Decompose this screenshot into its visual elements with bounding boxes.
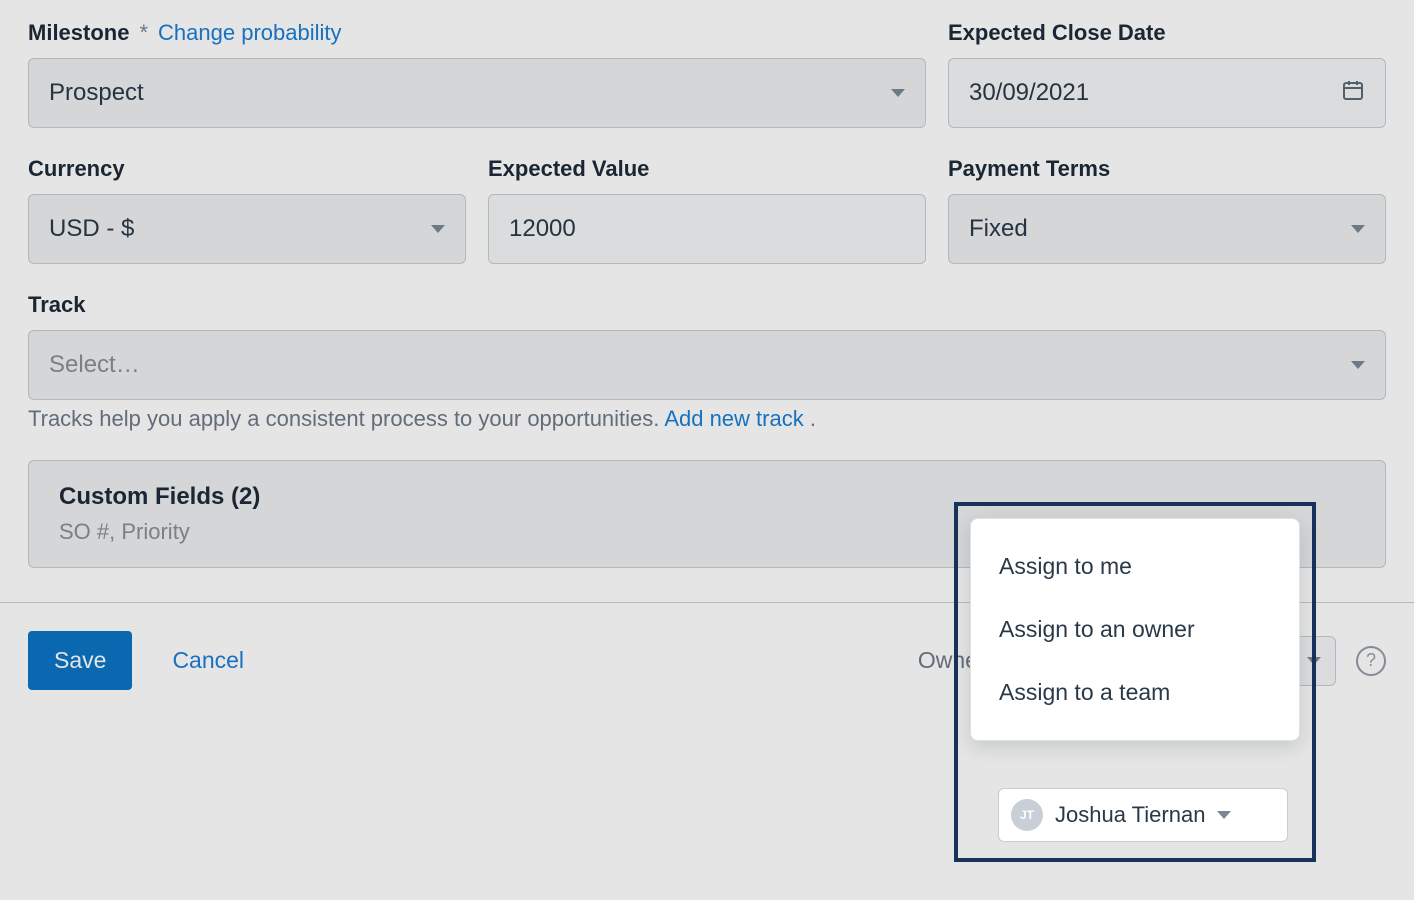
expected-value-value: 12000 (509, 215, 905, 243)
close-date-input[interactable]: 30/09/2021 (948, 58, 1386, 128)
currency-select[interactable]: USD - $ (28, 194, 466, 264)
assign-menu: Assign to me Assign to an owner Assign t… (970, 518, 1300, 741)
required-mark: * (139, 20, 148, 46)
custom-fields-title: Custom Fields (2) (59, 483, 1355, 511)
calendar-icon (1341, 78, 1365, 109)
assign-to-me-item[interactable]: Assign to me (971, 535, 1299, 598)
payment-terms-select[interactable]: Fixed (948, 194, 1386, 264)
currency-field: Currency USD - $ (28, 156, 466, 264)
assign-to-team-item[interactable]: Assign to a team (971, 661, 1299, 724)
add-new-track-link[interactable]: Add new track (664, 406, 803, 431)
expected-value-input[interactable]: 12000 (488, 194, 926, 264)
cancel-button[interactable]: Cancel (172, 647, 244, 674)
track-label: Track (28, 292, 86, 318)
track-helper: Tracks help you apply a consistent proce… (28, 406, 1386, 432)
currency-label: Currency (28, 156, 125, 182)
help-icon[interactable]: ? (1356, 646, 1386, 676)
track-field: Track Select… (28, 292, 1386, 400)
owner-name: Joshua Tiernan (1055, 802, 1205, 828)
currency-value: USD - $ (49, 215, 431, 243)
track-helper-text: Tracks help you apply a consistent proce… (28, 406, 664, 431)
milestone-label: Milestone (28, 20, 129, 46)
close-date-field: Expected Close Date 30/09/2021 (948, 20, 1386, 128)
payment-terms-label: Payment Terms (948, 156, 1110, 182)
milestone-select[interactable]: Prospect (28, 58, 926, 128)
change-probability-link[interactable]: Change probability (158, 20, 341, 46)
chevron-down-icon (1351, 225, 1365, 233)
track-placeholder: Select… (49, 351, 1351, 379)
close-date-value: 30/09/2021 (969, 79, 1341, 107)
expected-value-field: Expected Value 12000 (488, 156, 926, 264)
chevron-down-icon (1217, 811, 1231, 819)
assign-to-owner-item[interactable]: Assign to an owner (971, 598, 1299, 661)
payment-terms-value: Fixed (969, 215, 1351, 243)
chevron-down-icon (431, 225, 445, 233)
save-button[interactable]: Save (28, 631, 132, 690)
track-select[interactable]: Select… (28, 330, 1386, 400)
chevron-down-icon (1307, 657, 1321, 665)
chevron-down-icon (891, 89, 905, 97)
track-helper-suffix: . (804, 406, 816, 431)
close-date-label: Expected Close Date (948, 20, 1166, 46)
payment-terms-field: Payment Terms Fixed (948, 156, 1386, 264)
highlight-frame: Assign to me Assign to an owner Assign t… (954, 502, 1316, 862)
owner-pill-popup[interactable]: JT Joshua Tiernan (998, 788, 1288, 842)
chevron-down-icon (1351, 361, 1365, 369)
milestone-value: Prospect (49, 79, 891, 107)
milestone-field: Milestone * Change probability Prospect (28, 20, 926, 128)
avatar: JT (1011, 799, 1043, 831)
expected-value-label: Expected Value (488, 156, 649, 182)
